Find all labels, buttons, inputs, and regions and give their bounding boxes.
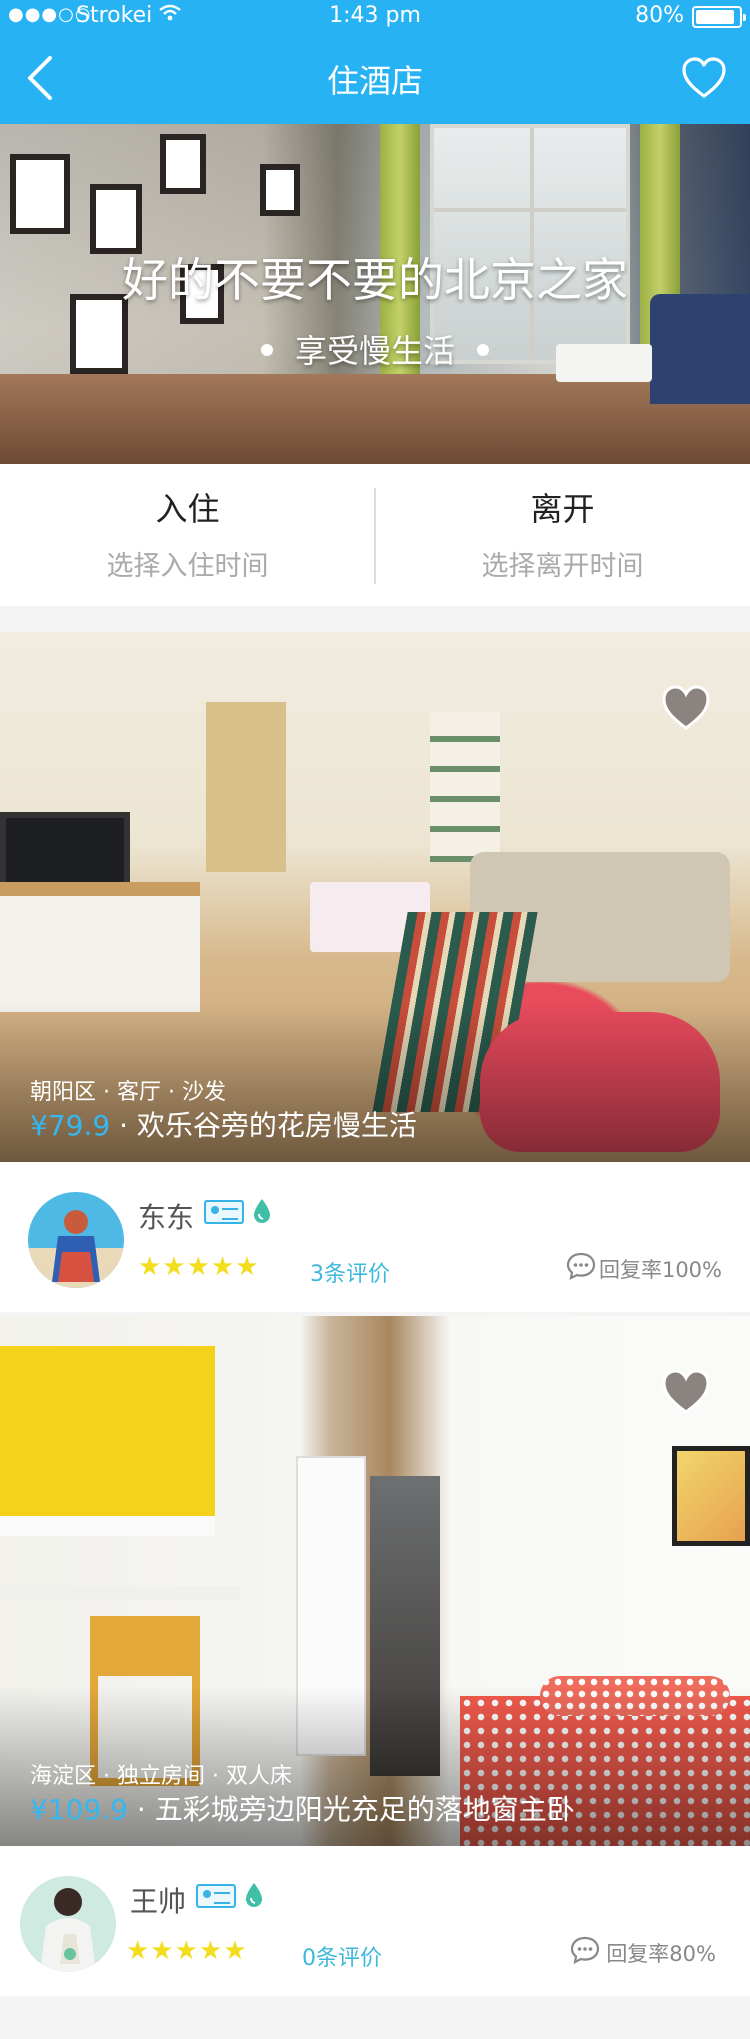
hero-picture-frame — [10, 154, 70, 234]
heart-icon — [662, 685, 710, 730]
rating-stars: ★★★★★ — [138, 1252, 260, 1282]
listing-card[interactable]: 海淀区 · 独立房间 · 双人床 ¥109.9 · 五彩城旁边阳光充足的落地窗主… — [0, 1316, 750, 1996]
heart-outline-icon — [682, 57, 726, 98]
heart-icon — [662, 1369, 710, 1414]
listing-price: ¥79.9 — [30, 1109, 111, 1142]
host-row: 王帅 ★★★★★ 0条评价 回复率80% — [0, 1846, 750, 1996]
host-row: 东东 ★★★★★ 3条评价 回复率100% — [0, 1162, 750, 1312]
listing-photo[interactable]: 海淀区 · 独立房间 · 双人床 ¥109.9 · 五彩城旁边阳光充足的落地窗主… — [0, 1316, 750, 1846]
water-drop-icon — [254, 1199, 270, 1223]
listing-card[interactable]: 朝阳区 · 客厅 · 沙发 ¥79.9 · 欢乐谷旁的花房慢生活 东东 ★★★★… — [0, 632, 750, 1312]
favorite-toggle[interactable] — [660, 1368, 712, 1416]
title-separator: · — [110, 1109, 137, 1142]
hero-picture-frame — [160, 134, 206, 194]
listing-title-row[interactable]: ¥109.9 · 五彩城旁边阳光充足的落地窗主卧 — [30, 1788, 575, 1828]
desk-shape — [0, 1586, 240, 1600]
status-bar: ●●●○○ Strokei 1:43 pm 80% — [0, 0, 750, 32]
rating-stars: ★★★★★ — [126, 1936, 248, 1966]
top-bar: ●●●○○ Strokei 1:43 pm 80% 住酒店 — [0, 0, 750, 124]
date-selector: 入住 选择入住时间 离开 选择离开时间 — [0, 464, 750, 606]
tv-cabinet-shape — [0, 882, 200, 1012]
favorite-button[interactable] — [680, 54, 728, 102]
avatar[interactable] — [28, 1192, 124, 1288]
listing-price: ¥109.9 — [30, 1793, 128, 1826]
hero-subtitle-row: 享受慢生活 — [0, 326, 750, 372]
listing-meta: 朝阳区 · 客厅 · 沙发 — [30, 1080, 226, 1105]
shelf-shape — [0, 1516, 215, 1536]
review-count-link[interactable]: 3条评价 — [310, 1256, 390, 1288]
id-verified-icon — [204, 1200, 244, 1224]
listing-title-row[interactable]: ¥79.9 · 欢乐谷旁的花房慢生活 — [30, 1104, 417, 1144]
listing-meta: 海淀区 · 独立房间 · 双人床 — [30, 1764, 292, 1789]
title-separator: · — [127, 1793, 155, 1826]
listing-name: 五彩城旁边阳光充足的落地窗主卧 — [154, 1793, 575, 1826]
review-count-link[interactable]: 0条评价 — [302, 1940, 382, 1972]
reply-rate: 回复率100% — [598, 1258, 722, 1282]
checkout-hint: 选择离开时间 — [481, 551, 644, 582]
checkin-selector[interactable]: 入住 选择入住时间 — [0, 464, 375, 606]
listing-photo[interactable]: 朝阳区 · 客厅 · 沙发 ¥79.9 · 欢乐谷旁的花房慢生活 — [0, 632, 750, 1162]
hero-title: 好的不要不要的北京之家 — [122, 253, 628, 307]
reply-rate: 回复率80% — [606, 1942, 716, 1966]
wall-art-shape — [672, 1446, 750, 1546]
hero-subtitle: 享受慢生活 — [294, 332, 455, 370]
host-name: 王帅 — [130, 1885, 187, 1918]
page-title: 住酒店 — [326, 62, 423, 100]
id-verified-icon — [196, 1884, 236, 1908]
bullet-dot — [260, 344, 273, 356]
avatar[interactable] — [20, 1876, 116, 1972]
battery-percent: 80% — [635, 3, 684, 28]
checkin-hint: 选择入住时间 — [106, 551, 269, 582]
hero-banner[interactable]: 好的不要不要的北京之家 享受慢生活 — [0, 124, 750, 464]
listing-name: 欢乐谷旁的花房慢生活 — [136, 1109, 417, 1142]
bookshelf-shape — [430, 712, 500, 862]
host-name: 东东 — [138, 1201, 195, 1234]
hero-picture-frame — [260, 164, 300, 216]
yellow-cabinet-shape — [0, 1346, 215, 1516]
hero-floor — [0, 374, 750, 464]
checkin-label: 入住 — [155, 490, 220, 528]
favorite-toggle[interactable] — [660, 684, 712, 732]
chat-bubble-icon — [570, 1936, 600, 1964]
hotel-page: ●●●○○ Strokei 1:43 pm 80% 住酒店 好的不要不要的北京之… — [0, 0, 750, 2039]
chat-bubble-icon — [566, 1252, 596, 1280]
wardrobe-shape — [206, 702, 286, 872]
water-drop-icon — [246, 1883, 262, 1907]
bullet-dot — [477, 344, 489, 356]
battery-icon — [692, 6, 746, 28]
checkout-selector[interactable]: 离开 选择离开时间 — [375, 464, 750, 606]
checkout-label: 离开 — [530, 490, 595, 528]
